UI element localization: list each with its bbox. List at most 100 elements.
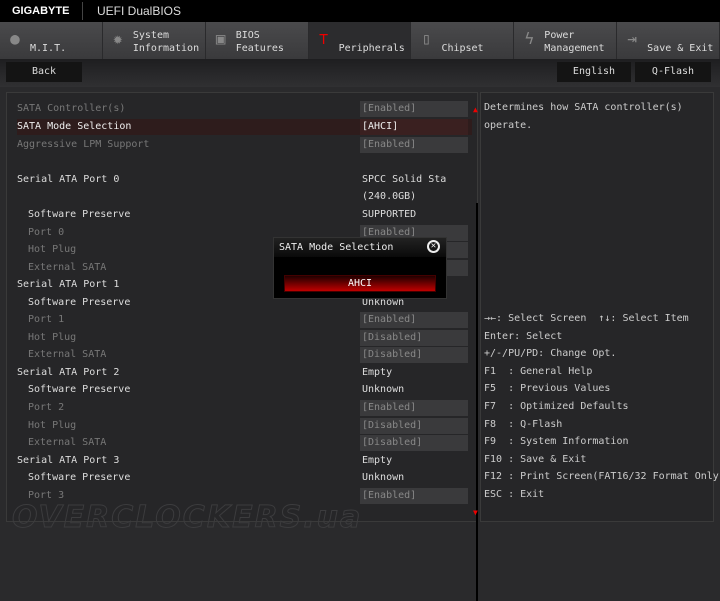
tab-peripherals[interactable]: ⊤ Peripherals [308, 22, 412, 59]
setting-label: Software Preserve [28, 384, 131, 395]
setting-row: Port 2 [Enabled] [17, 400, 472, 416]
key-hint: F8 : Q-Flash [484, 418, 563, 430]
key-hint: →←: Select Screen ↑↓: Select Item [484, 313, 689, 324]
gear-icon: ✹ [113, 29, 123, 48]
tab-label: System Information [132, 30, 200, 54]
setting-value: Empty [362, 367, 393, 378]
key-hint: F1 : General Help [484, 365, 593, 377]
setting-row[interactable]: Software Preserve SUPPORTED [17, 207, 472, 223]
key-hint: F9 : System Information [484, 436, 629, 448]
setting-label: Software Preserve [28, 297, 131, 308]
back-button[interactable]: Back [6, 62, 82, 82]
help-panel: Determines how SATA controller(s) operate… [480, 92, 720, 522]
tab-label: Power Management [544, 30, 605, 54]
setting-value[interactable]: [Enabled] [360, 312, 468, 328]
setting-value[interactable]: [Disabled] [360, 418, 468, 434]
tab-label: Chipset [441, 43, 484, 54]
tab-label: Peripherals [338, 43, 405, 54]
qflash-button[interactable]: Q-Flash [635, 62, 711, 82]
setting-label: Serial ATA Port 3 [17, 455, 120, 466]
power-icon: ϟ [524, 29, 535, 48]
key-hint: F10 : Save & Exit [484, 453, 587, 465]
setting-row: Hot Plug [Disabled] [17, 418, 472, 434]
setting-value: Unknown [362, 472, 405, 483]
setting-row: Aggressive LPM Support [Enabled] [17, 137, 472, 153]
setting-label: Port 2 [28, 402, 65, 413]
setting-label: External SATA [28, 262, 107, 273]
setting-label: Serial ATA Port 1 [17, 279, 120, 290]
setting-label: External SATA [28, 349, 107, 360]
setting-label: Hot Plug [28, 420, 77, 431]
setting-value[interactable]: [Enabled] [360, 137, 468, 153]
setting-row: SATA Controller(s) [Enabled] [17, 101, 472, 117]
brand-logo: GIGABYTE [12, 5, 70, 17]
key-hint: F12 : Print Screen(FAT16/32 Format Only) [484, 471, 720, 483]
language-button[interactable]: English [557, 62, 631, 82]
scroll-up-icon[interactable]: ▲ [473, 105, 478, 114]
option-ahci[interactable]: AHCI [284, 275, 436, 292]
sata-mode-dialog: SATA Mode Selection ✕ AHCI [273, 237, 447, 299]
setting-value[interactable]: [AHCI] [360, 119, 468, 135]
tab-bios[interactable]: ▣ BIOS Features [205, 22, 309, 59]
scroll-down-icon[interactable]: ▼ [473, 508, 478, 517]
tab-label: Save & Exit [647, 43, 714, 54]
dialog-title: SATA Mode Selection [274, 238, 446, 257]
setting-label: Port 1 [28, 314, 65, 325]
setting-value[interactable]: [Disabled] [360, 435, 468, 451]
setting-value[interactable]: [Disabled] [360, 347, 468, 363]
setting-value: (240.0GB) [362, 191, 417, 202]
setting-label: SATA Mode Selection [17, 121, 132, 132]
tab-chipset[interactable]: ▯ Chipset [411, 22, 515, 59]
setting-label: Software Preserve [28, 209, 131, 220]
watermark: OVERCLOCKERS.ua [11, 500, 363, 536]
setting-row[interactable]: (240.0GB) [17, 189, 472, 205]
key-hint: +/-/PU/PD: Change Opt. [484, 348, 617, 360]
key-hint: F7 : Optimized Defaults [484, 401, 629, 412]
tab-label: BIOS Features [235, 30, 284, 54]
setting-value: Empty [362, 455, 393, 466]
tab-save-exit[interactable]: ⇥ Save & Exit [617, 22, 720, 59]
key-hint: F5 : Previous Values [484, 383, 611, 395]
setting-row: Hot Plug [Disabled] [17, 330, 472, 346]
setting-row[interactable]: Serial ATA Port 0 SPCC Solid Sta [17, 172, 472, 188]
disc-icon: ● [10, 29, 20, 48]
main-tabs: ● M.I.T. ✹ System Information ▣ BIOS Features… [0, 22, 720, 59]
setting-row: External SATA [Disabled] [17, 347, 472, 363]
setting-value: Unknown [362, 384, 405, 395]
help-description: operate. [484, 120, 533, 131]
tab-label: M.I.T. [30, 43, 67, 54]
setting-value[interactable]: [Enabled] [360, 400, 468, 416]
setting-row[interactable]: Software Preserve Unknown [17, 470, 472, 486]
key-hint: ESC : Exit [484, 489, 545, 500]
setting-value[interactable]: [Disabled] [360, 330, 468, 346]
setting-label: Hot Plug [28, 244, 77, 255]
tab-system[interactable]: ✹ System Information [102, 22, 206, 59]
setting-label: Serial ATA Port 2 [17, 367, 120, 378]
setting-label: Port 0 [28, 227, 65, 238]
setting-row[interactable]: Serial ATA Port 2 Empty [17, 365, 472, 381]
tab-m-i-t-[interactable]: ● M.I.T. [0, 22, 103, 59]
scrollbar[interactable] [476, 203, 478, 601]
setting-row[interactable]: SATA Mode Selection [AHCI] [17, 119, 472, 135]
plug-icon: ⊤ [318, 29, 329, 48]
setting-value[interactable]: [Enabled] [360, 488, 468, 504]
setting-row[interactable]: Serial ATA Port 3 Empty [17, 453, 472, 469]
chip-icon: ▣ [215, 29, 226, 48]
close-icon[interactable]: ✕ [427, 240, 440, 253]
setting-value: SUPPORTED [362, 209, 417, 220]
setting-row[interactable]: Software Preserve Unknown [17, 382, 472, 398]
setting-value[interactable]: [Enabled] [360, 101, 468, 117]
top-bar: GIGABYTE UEFI DualBIOS [0, 0, 720, 22]
setting-value: SPCC Solid Sta [362, 174, 447, 185]
settings-panel: ▲ ▼ SATA Controller(s) [Enabled] SATA Mode… [6, 92, 478, 601]
setting-label: Aggressive LPM Support [17, 139, 150, 150]
setting-row: External SATA [Disabled] [17, 435, 472, 451]
setting-label: SATA Controller(s) [17, 103, 126, 114]
setting-label: Serial ATA Port 0 [17, 174, 120, 185]
key-hint: Enter: Select [484, 330, 563, 342]
setting-label: External SATA [28, 437, 107, 448]
tab-power[interactable]: ϟ Power Management [514, 22, 618, 59]
setting-row: Port 1 [Enabled] [17, 312, 472, 328]
help-description: Determines how SATA controller(s) [484, 102, 683, 113]
exit-icon: ⇥ [627, 29, 637, 48]
